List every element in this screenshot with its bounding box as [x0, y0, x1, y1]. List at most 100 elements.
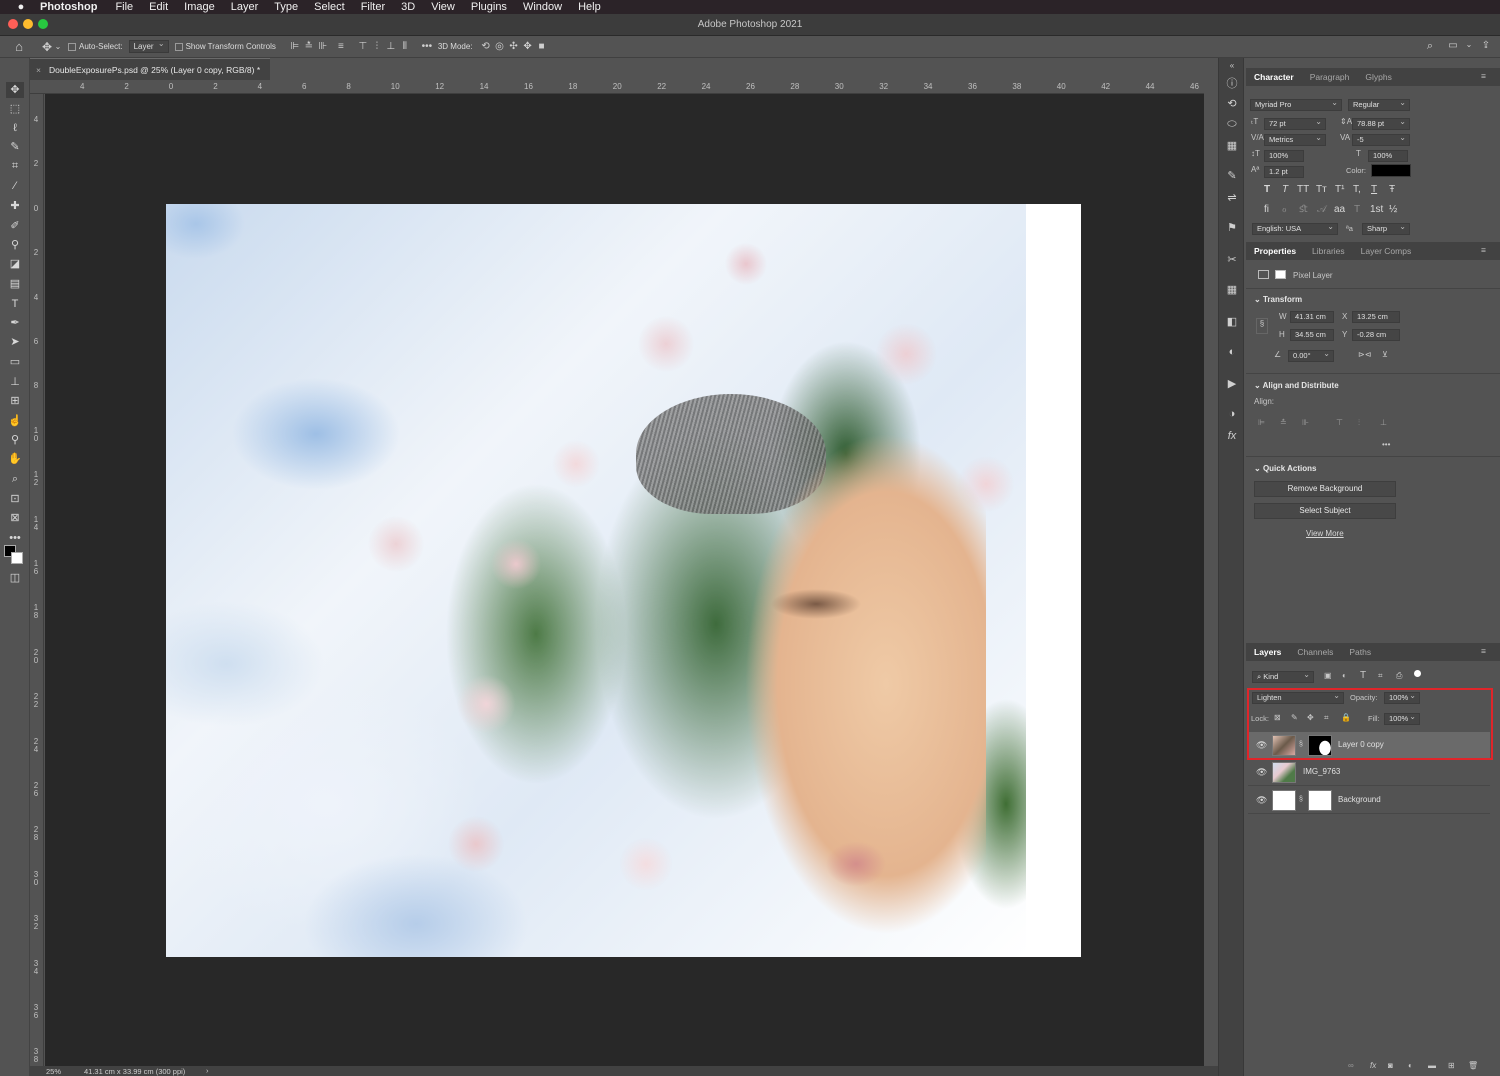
font-size-field[interactable]: 72 pt — [1264, 117, 1326, 130]
layer-name[interactable]: Background — [1338, 795, 1381, 804]
panel-menu-icon[interactable]: ≡ — [1473, 646, 1494, 656]
swatches-icon[interactable]: ▦ — [1224, 138, 1240, 154]
tab-character[interactable]: Character — [1246, 72, 1302, 82]
workspace-icon[interactable]: ▭ — [1446, 40, 1460, 51]
align-left-icon[interactable]: ⊫ — [288, 41, 302, 52]
type-tool-icon[interactable]: T — [6, 296, 24, 312]
tab-paragraph[interactable]: Paragraph — [1302, 72, 1358, 82]
underline-button[interactable]: T — [1371, 184, 1377, 195]
link-icon[interactable]: § — [1299, 796, 1303, 803]
ordinals-button[interactable]: 1st — [1370, 204, 1383, 215]
menu-image[interactable]: Image — [184, 1, 215, 13]
dodge-tool-icon[interactable]: ⚲ — [6, 432, 24, 448]
brush-settings-icon[interactable]: ✎ — [1224, 168, 1240, 184]
align-section-title[interactable]: ⌄ Align and Distribute — [1254, 381, 1339, 390]
zoom-level[interactable]: 25% — [46, 1067, 61, 1076]
status-arrow-icon[interactable]: › — [206, 1066, 209, 1075]
3d-slide-icon[interactable]: ✥ — [521, 41, 535, 52]
visibility-eye-icon[interactable]: 👁 — [1256, 795, 1267, 806]
menu-window[interactable]: Window — [523, 1, 562, 13]
strikethrough-button[interactable]: Ŧ — [1389, 184, 1395, 195]
menu-3d[interactable]: 3D — [401, 1, 415, 13]
zoom-tool-icon[interactable]: ⌕ — [6, 471, 24, 487]
swash-button[interactable]: ﬆ — [1299, 204, 1308, 215]
tab-properties[interactable]: Properties — [1246, 246, 1304, 256]
lasso-tool-icon[interactable]: ℓ — [6, 120, 24, 136]
healing-brush-icon[interactable]: ✚ — [6, 198, 24, 214]
share-icon[interactable]: ⇪ — [1479, 40, 1493, 51]
fractions-button[interactable]: ½ — [1389, 204, 1397, 215]
auto-select-checkbox[interactable]: Auto-Select: — [68, 42, 123, 51]
align-top-icon[interactable]: ⊤ — [1336, 418, 1343, 427]
quick-actions-title[interactable]: ⌄ Quick Actions — [1254, 464, 1316, 473]
menu-select[interactable]: Select — [314, 1, 345, 13]
panel-menu-icon[interactable]: ≡ — [1473, 245, 1494, 255]
horizontal-scale-field[interactable]: 100% — [1368, 150, 1408, 162]
more-options-icon[interactable]: ••• — [420, 41, 434, 52]
move-tool-icon[interactable]: ✥ — [40, 40, 54, 54]
align-bottom-icon[interactable]: ⊥ — [1380, 418, 1387, 427]
baseline-shift-field[interactable]: 1.2 pt — [1264, 166, 1304, 178]
filter-type-icon[interactable]: T — [1360, 670, 1366, 681]
menu-help[interactable]: Help — [578, 1, 601, 13]
document-image[interactable] — [166, 204, 1081, 957]
canvas-area[interactable] — [45, 94, 1204, 1066]
antialias-select[interactable]: Sharp — [1362, 222, 1410, 235]
show-transform-checkbox[interactable]: Show Transform Controls — [174, 42, 276, 51]
stamp-tool-icon[interactable]: ⊥ — [6, 374, 24, 390]
frame-tool-icon[interactable]: ⊡ — [6, 491, 24, 507]
align-top-icon[interactable]: ⊤ — [356, 41, 370, 52]
superscript-button[interactable]: T¹ — [1335, 184, 1344, 195]
tab-glyphs[interactable]: Glyphs — [1357, 72, 1399, 82]
tab-layers[interactable]: Layers — [1246, 647, 1289, 657]
small-caps-button[interactable]: Tт — [1316, 184, 1327, 195]
home-icon[interactable]: ⌂ — [12, 39, 26, 54]
menu-file[interactable]: File — [115, 1, 133, 13]
quick-mask-icon[interactable]: ◫ — [6, 570, 24, 586]
crop-tool-icon[interactable]: ⌗ — [6, 158, 24, 174]
align-right-icon[interactable]: ⊪ — [316, 41, 330, 52]
add-mask-icon[interactable]: ◙ — [1388, 1061, 1393, 1070]
faux-bold-button[interactable]: T — [1264, 184, 1270, 195]
patch-tool-icon[interactable]: ⊞ — [6, 393, 24, 409]
view-more-link[interactable]: View More — [1306, 529, 1344, 538]
align-bottom-icon[interactable]: ⊥ — [384, 41, 398, 52]
language-select[interactable]: English: USA — [1252, 222, 1338, 235]
leading-field[interactable]: 78.88 pt — [1352, 117, 1410, 130]
filter-toggle-icon[interactable] — [1414, 670, 1421, 677]
font-style-select[interactable]: Regular — [1348, 98, 1410, 111]
3d-icon[interactable]: ⬭ — [1224, 116, 1240, 132]
gradient-tool-icon[interactable]: ▤ — [6, 276, 24, 292]
tool-presets-icon[interactable]: ✂ — [1224, 252, 1240, 268]
align-vcenter-icon[interactable]: ⫶ — [370, 41, 384, 52]
tab-layer-comps[interactable]: Layer Comps — [1353, 246, 1420, 256]
hand-tool-icon[interactable]: ✋ — [6, 451, 24, 467]
y-field[interactable]: -0.28 cm — [1352, 329, 1400, 341]
search-icon[interactable]: ⌕ — [1423, 40, 1437, 53]
info-icon[interactable]: ⓘ — [1224, 76, 1240, 92]
menu-type[interactable]: Type — [274, 1, 298, 13]
ligatures-button[interactable]: fi — [1264, 204, 1269, 215]
remove-background-button[interactable]: Remove Background — [1254, 481, 1396, 497]
menu-plugins[interactable]: Plugins — [471, 1, 507, 13]
select-subject-button[interactable]: Select Subject — [1254, 503, 1396, 519]
text-color-swatch[interactable] — [1371, 164, 1411, 177]
layer-mask-thumbnail[interactable] — [1308, 790, 1332, 811]
move-tool-icon[interactable]: ✥ — [6, 82, 24, 98]
layer-name[interactable]: IMG_9763 — [1303, 767, 1340, 776]
distribute-h-icon[interactable]: ≡ — [334, 41, 348, 52]
background-color-swatch[interactable] — [11, 552, 23, 564]
tab-channels[interactable]: Channels — [1289, 647, 1341, 657]
auto-select-dropdown[interactable]: Layer — [128, 39, 169, 53]
fx-icon[interactable]: fx — [1370, 1061, 1376, 1070]
width-field[interactable]: 41.31 cm — [1290, 311, 1334, 323]
stylistic-alt-button[interactable]: 𝒜 — [1317, 204, 1326, 215]
path-select-icon[interactable]: ➤ — [6, 334, 24, 350]
grid-icon[interactable]: ▦ — [1224, 282, 1240, 298]
edit-toolbar-icon[interactable]: ••• — [6, 530, 24, 546]
menu-layer[interactable]: Layer — [231, 1, 259, 13]
new-layer-icon[interactable]: ⊞ — [1448, 1061, 1455, 1070]
filter-smart-object-icon[interactable]: ⎙ — [1396, 671, 1402, 681]
align-hcenter-icon[interactable]: ≛ — [302, 41, 316, 52]
faux-italic-button[interactable]: T — [1282, 184, 1288, 195]
